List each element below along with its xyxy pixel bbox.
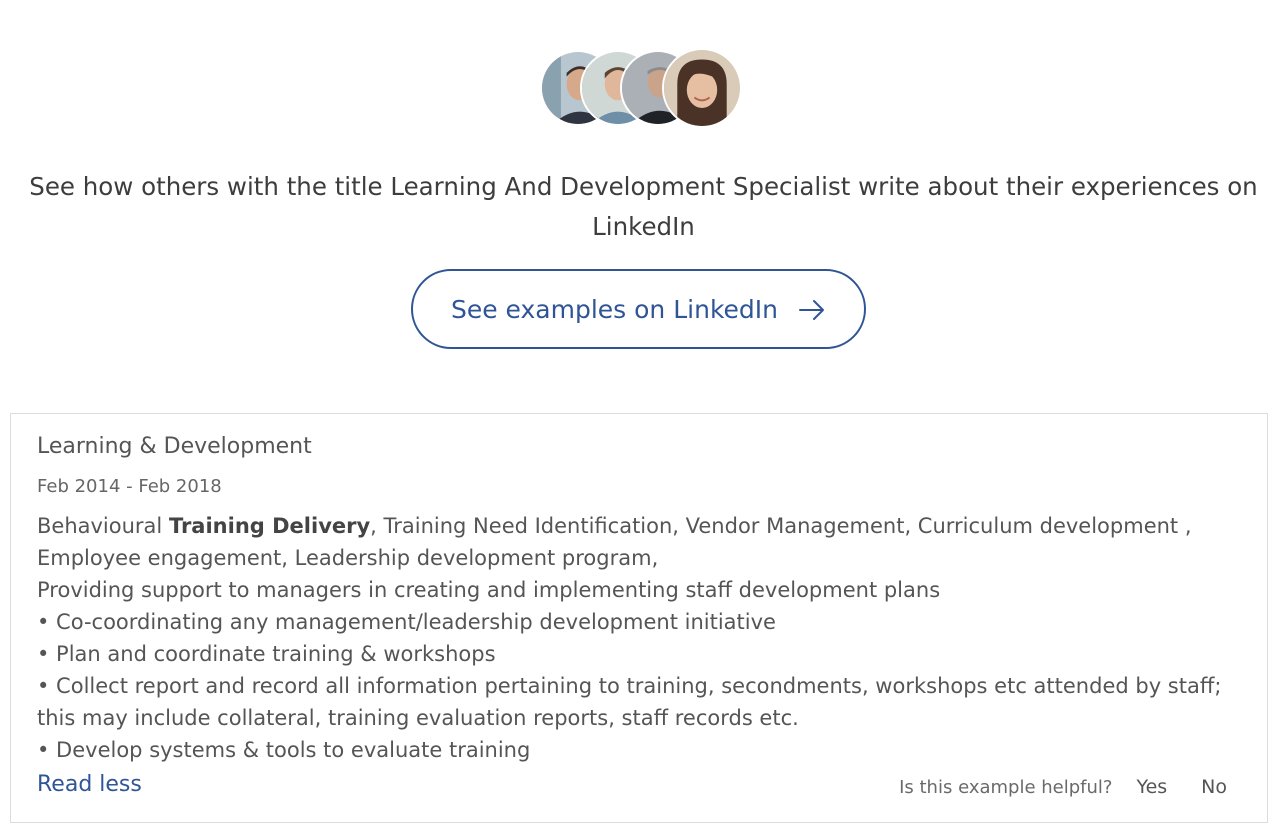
avatar bbox=[662, 48, 742, 128]
bullet-item: • Develop systems & tools to evaluate tr… bbox=[37, 738, 531, 762]
see-examples-label: See examples on LinkedIn bbox=[450, 294, 778, 324]
arrow-right-icon bbox=[798, 298, 826, 320]
feedback-question: Is this example helpful? bbox=[899, 777, 1113, 798]
feedback-bar: Is this example helpful? Yes No bbox=[899, 776, 1227, 798]
bullet-item: • Plan and coordinate training & worksho… bbox=[37, 642, 496, 666]
description-text: , Training Need Identification, Vendor M… bbox=[370, 514, 1192, 538]
feedback-no-button[interactable]: No bbox=[1201, 776, 1227, 798]
person-photo-icon bbox=[664, 50, 740, 126]
description-highlight: Training Delivery bbox=[168, 514, 371, 538]
job-description: Behavioural Training Delivery, Training … bbox=[37, 510, 1252, 766]
job-dates: Feb 2014 - Feb 2018 bbox=[37, 476, 222, 497]
example-card: Learning & Development Feb 2014 - Feb 20… bbox=[10, 413, 1268, 823]
description-line: Behavioural Training Delivery, Training … bbox=[37, 510, 1252, 542]
avatar-group bbox=[540, 48, 742, 130]
job-title: Learning & Development bbox=[37, 434, 312, 459]
bullet-item: • Co-coordinating any management/leaders… bbox=[37, 610, 776, 634]
description-line: Providing support to managers in creatin… bbox=[37, 578, 941, 602]
feedback-yes-button[interactable]: Yes bbox=[1136, 776, 1167, 798]
bullet-item: • Collect report and record all informat… bbox=[37, 674, 1222, 730]
see-examples-button[interactable]: See examples on LinkedIn bbox=[411, 269, 866, 349]
headline: See how others with the title Learning A… bbox=[29, 172, 1258, 241]
read-less-link[interactable]: Read less bbox=[37, 772, 142, 797]
description-line: Employee engagement, Leadership developm… bbox=[37, 546, 659, 570]
description-text: Behavioural bbox=[37, 514, 169, 538]
